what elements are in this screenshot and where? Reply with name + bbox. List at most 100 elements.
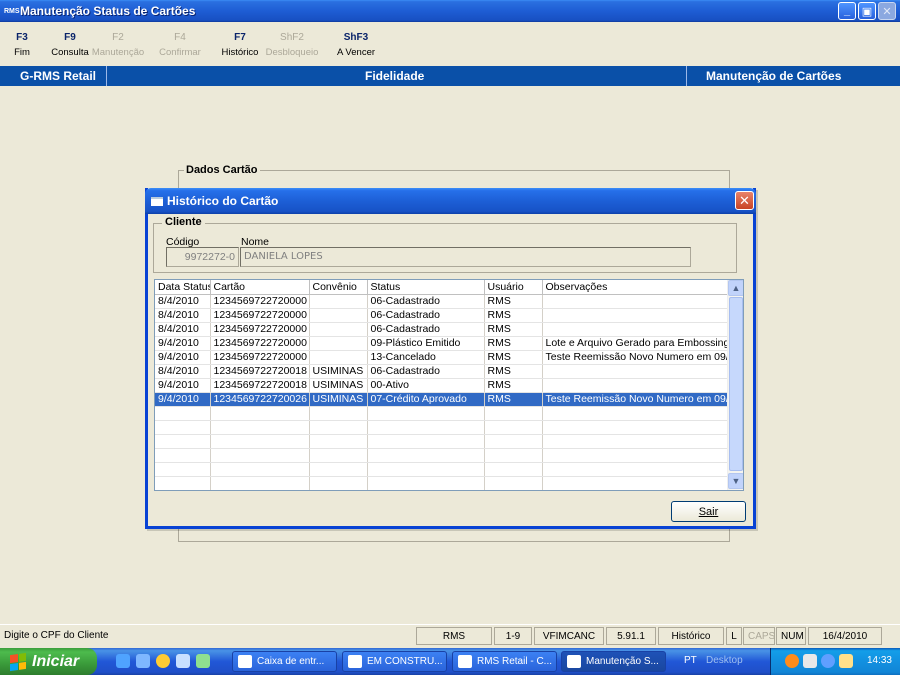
table-cell: RMS <box>484 392 543 407</box>
historico-dialog: Histórico do Cartão ✕ Cliente Código Nom… <box>145 188 756 529</box>
empty-table-row <box>155 448 730 463</box>
window-title: Manutenção Status de Cartões <box>20 4 196 18</box>
function-key-toolbar: F3 Fim F9 Consulta F2 Manutenção F4 Confirmar F7… <box>0 22 900 66</box>
empty-table-row <box>155 476 730 490</box>
table-row[interactable]: 9/4/2010 1234569722720026 USIMINAS 07-Crédi… <box>155 392 730 407</box>
table-cell: 8/4/2010 <box>155 364 211 379</box>
sair-button[interactable]: Sair <box>671 501 746 522</box>
windows-taskbar: Iniciar Caixa de entr... EM CONSTRU... RMS… <box>0 648 900 675</box>
column-header[interactable]: Observações <box>542 280 730 295</box>
table-cell: RMS <box>484 378 543 393</box>
table-cell: 1234569722720018 <box>210 364 310 379</box>
table-row[interactable]: 8/4/2010 1234569722720000 06-Cadastrado RMS <box>155 308 730 323</box>
table-cell: RMS <box>484 308 543 323</box>
fkey-shf2[interactable]: ShF2 Desbloqueio <box>266 32 319 58</box>
column-header[interactable]: Cartão <box>210 280 310 295</box>
table-row[interactable]: 9/4/2010 1234569722720000 13-Cancelado RMS T… <box>155 350 730 365</box>
nome-field[interactable]: DANIELA LOPES <box>240 247 691 267</box>
table-cell: 07-Crédito Aprovado <box>367 392 485 407</box>
dialog-titlebar[interactable]: Histórico do Cartão ✕ <box>145 188 756 214</box>
status-program: VFIMCANC <box>534 627 604 645</box>
column-header[interactable]: Data Status <box>155 280 211 295</box>
column-header[interactable]: Usuário <box>484 280 543 295</box>
clock: 14:33 <box>866 655 892 666</box>
language-indicator[interactable]: PT <box>684 655 697 666</box>
history-grid[interactable]: Data Status Cartão Convênio Status Usuário Ob… <box>154 279 744 491</box>
scroll-down-arrow-icon[interactable]: ▼ <box>728 473 743 489</box>
dados-cartao-legend: Dados Cartão <box>184 164 260 176</box>
table-cell: 1234569722720000 <box>210 294 310 309</box>
table-cell <box>542 294 730 309</box>
ie-quicklaunch-icon[interactable] <box>116 654 130 668</box>
maximize-button[interactable]: ▣ <box>858 2 876 20</box>
desktop-toolbar[interactable]: Desktop <box>706 655 743 666</box>
table-row[interactable]: 9/4/2010 1234569722720000 09-Plástico Emit… <box>155 336 730 351</box>
table-cell: USIMINAS <box>309 364 368 379</box>
outlook-quicklaunch-icon[interactable] <box>136 654 150 668</box>
table-cell <box>542 322 730 337</box>
start-button[interactable]: Iniciar <box>0 648 97 675</box>
status-num: NUM <box>776 627 806 645</box>
table-row[interactable]: 9/4/2010 1234569722720018 USIMINAS 00-Ativo… <box>155 378 730 393</box>
status-user: RMS <box>416 627 492 645</box>
table-cell: 00-Ativo <box>367 378 485 393</box>
fkey-shf3[interactable]: ShF3 A Vencer <box>337 32 375 58</box>
close-window-button[interactable]: ✕ <box>878 2 896 20</box>
main-window-titlebar[interactable]: RMS Manutenção Status de Cartões _ ▣ ✕ <box>0 0 900 22</box>
column-header[interactable]: Status <box>367 280 485 295</box>
table-row[interactable]: 8/4/2010 1234569722720000 06-Cadastrado RMS <box>155 322 730 337</box>
window-icon <box>151 196 163 206</box>
table-cell: RMS <box>484 350 543 365</box>
media-quicklaunch-icon[interactable] <box>156 654 170 668</box>
status-version: 5.91.1 <box>606 627 656 645</box>
table-row[interactable]: 8/4/2010 1234569722720018 USIMINAS 06-Cadas… <box>155 364 730 379</box>
desktop-quicklaunch-icon[interactable] <box>196 654 210 668</box>
empty-table-row <box>155 462 730 477</box>
table-cell: 1234569722720000 <box>210 308 310 323</box>
fkey-f2[interactable]: F2 Manutenção <box>92 32 144 58</box>
codigo-field[interactable]: 9972272-0 <box>166 247 239 267</box>
task-app-icon <box>567 655 581 668</box>
table-cell: 1234569722720026 <box>210 392 310 407</box>
column-header[interactable]: Convênio <box>309 280 368 295</box>
table-cell <box>309 350 368 365</box>
table-cell: 09-Plástico Emitido <box>367 336 485 351</box>
status-bar: Digite o CPF do Cliente RMS 1-9 VFIMCANC… <box>0 624 900 646</box>
table-cell: 9/4/2010 <box>155 392 211 407</box>
task-app-icon <box>348 655 362 668</box>
rms-app-icon: RMS <box>4 7 20 15</box>
task-app-icon <box>458 655 472 668</box>
fkey-f4[interactable]: F4 Confirmar <box>159 32 201 58</box>
fkey-f7[interactable]: F7 Histórico <box>222 32 259 58</box>
scroll-up-arrow-icon[interactable]: ▲ <box>728 280 743 296</box>
tray-network-icon[interactable] <box>803 654 817 668</box>
table-cell: 1234569722720000 <box>210 336 310 351</box>
table-cell <box>309 308 368 323</box>
table-cell: 06-Cadastrado <box>367 364 485 379</box>
header-left: G-RMS Retail <box>20 69 97 83</box>
table-cell: RMS <box>484 294 543 309</box>
table-cell <box>542 364 730 379</box>
rms-quicklaunch-icon[interactable] <box>176 654 190 668</box>
table-cell: USIMINAS <box>309 378 368 393</box>
dialog-close-button[interactable]: ✕ <box>735 191 754 210</box>
grid-vertical-scrollbar[interactable]: ▲ ▼ <box>727 280 743 490</box>
taskbar-button[interactable]: Caixa de entr... <box>232 651 337 672</box>
table-cell: 1234569722720000 <box>210 322 310 337</box>
system-tray: 14:33 <box>770 648 900 675</box>
windows-flag-icon <box>10 652 26 671</box>
module-header-bar: G-RMS Retail Fidelidade Manutenção de Ca… <box>0 66 900 86</box>
tray-volume-icon[interactable] <box>821 654 835 668</box>
table-row[interactable]: 8/4/2010 1234569722720000 06-Cadastrado RMS <box>155 294 730 309</box>
table-cell: USIMINAS <box>309 392 368 407</box>
tray-fire-icon[interactable] <box>785 654 799 668</box>
tray-rms-icon[interactable] <box>839 654 853 668</box>
taskbar-button[interactable]: RMS Retail - C... <box>452 651 557 672</box>
minimize-button[interactable]: _ <box>838 2 856 20</box>
empty-table-row <box>155 434 730 449</box>
dialog-title: Histórico do Cartão <box>167 194 279 208</box>
scroll-thumb[interactable] <box>729 297 743 471</box>
taskbar-button[interactable]: EM CONSTRU... <box>342 651 447 672</box>
table-cell: 8/4/2010 <box>155 308 211 323</box>
taskbar-button[interactable]: Manutenção S... <box>561 651 666 672</box>
